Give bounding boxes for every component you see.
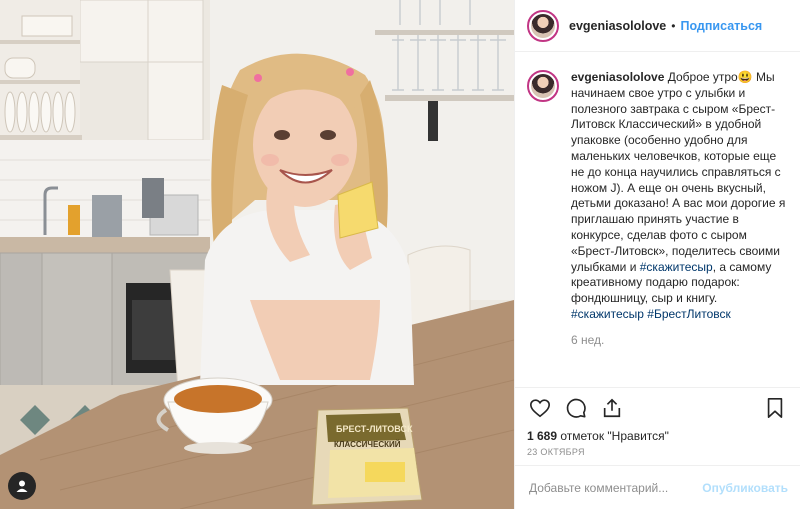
comment-icon bbox=[566, 398, 586, 418]
like-button[interactable] bbox=[527, 395, 553, 421]
caption-username[interactable]: evgeniasololove bbox=[571, 70, 664, 84]
package-brand: БРЕСТ-ЛИТОВСК bbox=[336, 424, 413, 434]
action-bar bbox=[515, 387, 800, 427]
post-photo[interactable]: БРЕСТ-ЛИТОВСК КЛАССИЧЕСКИЙ bbox=[0, 0, 514, 509]
caption: evgeniasololove Доброе утро😃 Мы начинаем… bbox=[527, 70, 786, 323]
publish-button[interactable]: Опубликовать bbox=[702, 481, 788, 495]
hashtag-link[interactable]: #БрестЛитовск bbox=[647, 307, 731, 321]
post-header: evgeniasololove • Подписаться bbox=[515, 0, 800, 52]
follow-button[interactable]: Подписаться bbox=[680, 19, 762, 33]
caption-avatar[interactable] bbox=[527, 70, 559, 102]
likes-number: 1 689 bbox=[527, 429, 558, 443]
save-button[interactable] bbox=[762, 395, 788, 421]
likes-count[interactable]: 1 689 отметок "Нравится" bbox=[515, 427, 800, 445]
likes-label: отметок "Нравится" bbox=[560, 429, 669, 443]
instagram-post: БРЕСТ-ЛИТОВСК КЛАССИЧЕСКИЙ evgeniasololo… bbox=[0, 0, 800, 509]
post-side-panel: evgeniasololove • Подписаться evgeniasol… bbox=[514, 0, 800, 509]
comments-area: evgeniasololove Доброе утро😃 Мы начинаем… bbox=[515, 52, 800, 387]
comment-input[interactable] bbox=[527, 479, 703, 496]
caption-intro: Доброе утро😃 bbox=[667, 70, 753, 84]
hashtag-link[interactable]: #скажитесыр bbox=[640, 260, 713, 274]
comment-button[interactable] bbox=[563, 395, 589, 421]
post-time-ago[interactable]: 6 нед. bbox=[571, 333, 786, 347]
comment-form: Опубликовать bbox=[515, 465, 800, 509]
caption-text: evgeniasololove Доброе утро😃 Мы начинаем… bbox=[571, 70, 786, 323]
avatar[interactable] bbox=[527, 9, 559, 42]
hashtag-link[interactable]: #скажитесыр bbox=[571, 307, 644, 321]
share-icon bbox=[603, 398, 621, 417]
package-label: КЛАССИЧЕСКИЙ bbox=[334, 440, 401, 449]
share-button[interactable] bbox=[599, 395, 625, 421]
user-tag-button[interactable] bbox=[8, 472, 36, 500]
heart-icon bbox=[530, 398, 550, 417]
bookmark-icon bbox=[767, 397, 783, 418]
separator-dot: • bbox=[671, 18, 676, 33]
caption-body: Мы начинаем свое утро с улыбки и полезно… bbox=[571, 70, 786, 274]
post-date: 23 ОКТЯБРЯ bbox=[527, 447, 585, 457]
kitchen-photo-illustration: БРЕСТ-ЛИТОВСК КЛАССИЧЕСКИЙ bbox=[0, 0, 514, 509]
user-tag-icon bbox=[16, 480, 28, 492]
header-username[interactable]: evgeniasololove bbox=[569, 19, 666, 33]
